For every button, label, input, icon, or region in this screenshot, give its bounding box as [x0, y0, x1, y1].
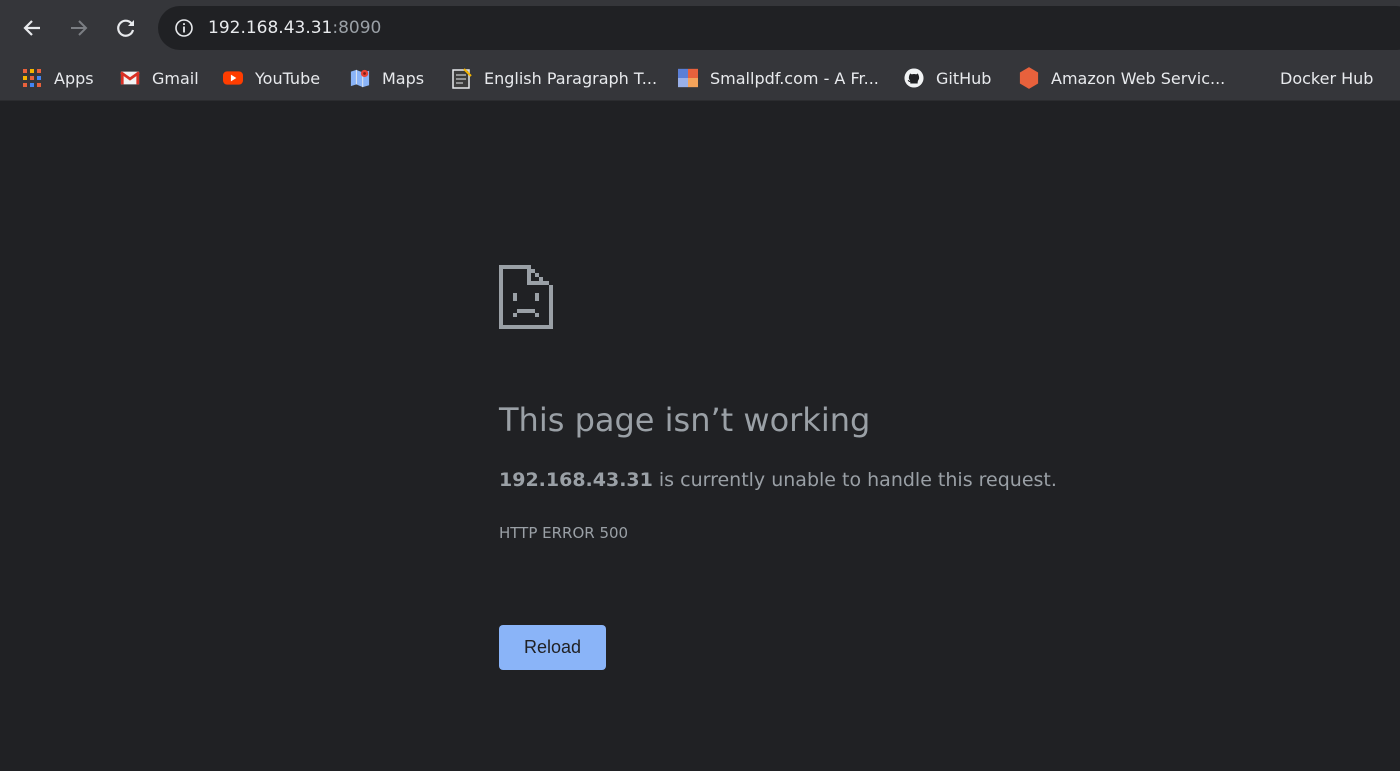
refresh-icon [117, 19, 135, 37]
reload-button[interactable]: Reload [499, 625, 606, 670]
back-button[interactable] [15, 11, 49, 45]
error-title: This page isn’t working [499, 401, 871, 439]
bookmark-label: YouTube [255, 68, 321, 88]
youtube-icon [223, 68, 243, 88]
forward-button[interactable] [62, 11, 96, 45]
github-icon [904, 68, 924, 88]
reload-toolbar-button[interactable] [109, 11, 143, 45]
bookmark-github[interactable]: GitHub [904, 63, 991, 93]
notepad-icon [452, 68, 472, 89]
sad-page-icon [499, 265, 553, 329]
error-host: 192.168.43.31 [499, 469, 653, 491]
bookmark-english-paragraph[interactable]: English Paragraph T... [452, 63, 657, 93]
bookmarks-bar: Apps Gmail YouTube Maps English Paragrap… [0, 55, 1400, 101]
error-code: HTTP ERROR 500 [499, 524, 629, 542]
browser-toolbar: 192.168.43.31:8090 [0, 0, 1400, 55]
aws-hexagon-icon [1019, 67, 1039, 89]
maps-icon [350, 68, 370, 88]
forward-arrow-icon [71, 20, 88, 36]
gmail-icon [120, 68, 140, 88]
bookmark-label: Docker Hub [1280, 68, 1374, 88]
bookmark-label: Gmail [152, 68, 199, 88]
url-host: 192.168.43.31 [208, 18, 333, 38]
bookmark-gmail[interactable]: Gmail [120, 63, 199, 93]
error-description: 192.168.43.31 is currently unable to han… [499, 466, 1057, 494]
url-port: :8090 [332, 18, 382, 38]
bookmark-smallpdf[interactable]: Smallpdf.com - A Fr... [678, 63, 879, 93]
apps-grid-icon [22, 68, 42, 88]
bookmark-aws[interactable]: Amazon Web Servic... [1019, 63, 1225, 93]
bookmark-maps[interactable]: Maps [350, 63, 424, 93]
error-message: is currently unable to handle this reque… [652, 469, 1057, 491]
bookmark-label: Maps [382, 68, 425, 88]
back-arrow-icon [23, 20, 40, 36]
bookmark-label: Smallpdf.com - A Fr... [710, 68, 879, 88]
bookmark-label: GitHub [936, 68, 992, 88]
url-text[interactable]: 192.168.43.31:8090 [208, 6, 381, 50]
bookmark-docker-hub[interactable]: Docker Hub [1280, 63, 1373, 93]
bookmark-label: English Paragraph T... [484, 68, 658, 88]
smallpdf-icon [678, 68, 698, 88]
address-bar[interactable]: 192.168.43.31:8090 [158, 6, 1400, 50]
info-icon[interactable] [174, 18, 194, 38]
bookmark-label: Amazon Web Servic... [1051, 68, 1226, 88]
bookmark-label: Apps [54, 68, 94, 88]
bookmark-apps[interactable]: Apps [22, 63, 94, 93]
bookmark-youtube[interactable]: YouTube [223, 63, 320, 93]
